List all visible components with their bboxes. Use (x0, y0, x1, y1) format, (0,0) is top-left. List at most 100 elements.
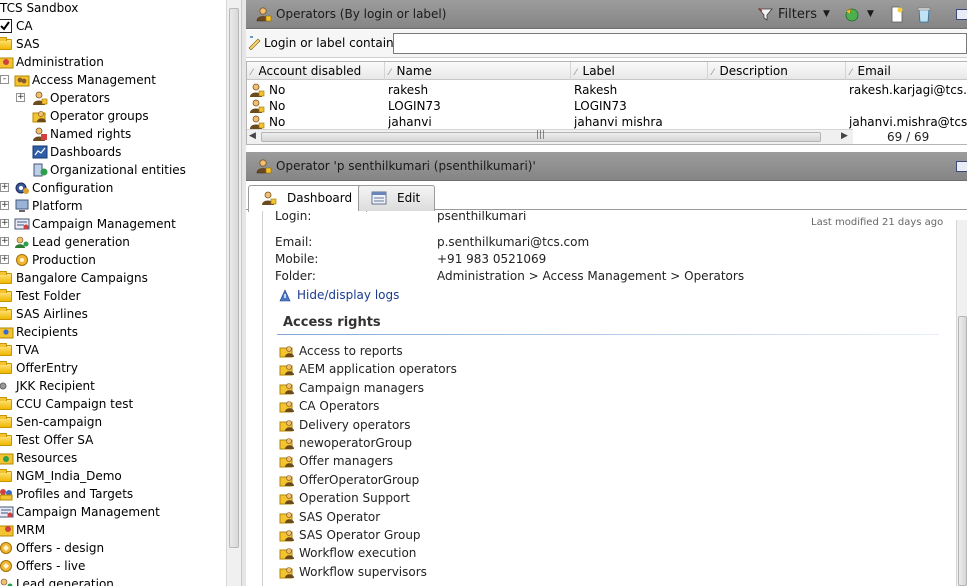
tree-item[interactable]: + Production (0, 251, 226, 269)
column-header-account-disabled[interactable]: ⁄ Account disabled (247, 62, 385, 80)
tab-edit[interactable]: Edit (358, 185, 436, 211)
tree-item-label: Profiles and Targets (16, 487, 134, 501)
tree-item[interactable]: TVA (0, 341, 226, 359)
tree-item[interactable]: JKK Recipient (0, 377, 226, 395)
tree-item[interactable]: Lead generation (0, 575, 226, 586)
tree-item-label: Operators (50, 91, 110, 105)
profiles-icon (0, 487, 14, 501)
campaign-icon (0, 505, 14, 519)
content-vertical-scrollbar[interactable] (956, 220, 967, 586)
expand-icon[interactable]: + (16, 93, 25, 102)
table-row[interactable]: No rakesh Rakesh rakesh.karjagi@tcs.co (247, 82, 967, 98)
tree-item-label: Lead generation (16, 577, 114, 586)
tree-item[interactable]: Campaign Management (0, 503, 226, 521)
action-refresh-icon[interactable] (843, 6, 861, 23)
recycle-bin-icon[interactable] (916, 6, 932, 23)
tree-item[interactable]: Profiles and Targets (0, 485, 226, 503)
table-row[interactable]: No jahanvi jahanvi mishra jahanvi.mishra@tc… (247, 114, 967, 130)
tree-item[interactable]: Bangalore Campaigns (0, 269, 226, 287)
tree-item-label: Named rights (50, 127, 132, 141)
operator-icon (249, 99, 265, 113)
tree-item-label: Campaign Management (16, 505, 160, 519)
grid-horizontal-scrollbar[interactable]: ◀ ||| ▶ (247, 129, 853, 144)
tree-item[interactable]: Offers - live (0, 557, 226, 575)
cell-disabled: No (269, 83, 286, 97)
cell-email: jahanvi.mishra@tcs.co (849, 115, 967, 129)
expand-icon[interactable]: + (0, 255, 9, 264)
tree-item[interactable]: + Lead generation (0, 233, 226, 251)
tree-item-label: Configuration (32, 181, 114, 195)
operator-group-icon (279, 492, 295, 505)
resources-icon (0, 451, 14, 465)
tree-item[interactable]: CA (0, 17, 226, 35)
expand-icon[interactable]: + (0, 183, 9, 192)
folder-icon (0, 361, 12, 374)
column-header-label[interactable]: ⁄ Label (571, 62, 708, 80)
action-dropdown-arrow-icon[interactable]: ▼ (867, 0, 874, 29)
scroll-right-arrow-icon[interactable]: ▶ (841, 130, 848, 143)
tree-item[interactable]: Operator groups (0, 107, 226, 125)
tree-item[interactable]: SAS (0, 35, 226, 53)
tree-scrollbar-thumb[interactable] (229, 8, 239, 548)
tree-item[interactable]: + Configuration (0, 179, 226, 197)
access-right-label: Campaign managers (299, 380, 424, 395)
column-header-email[interactable]: ⁄ Email (846, 62, 967, 80)
access-right-label: AEM application operators (299, 362, 457, 377)
offers-icon (0, 559, 14, 573)
tree-item[interactable]: OfferEntry (0, 359, 226, 377)
grid-scrollbar-thumb[interactable]: ||| (261, 130, 821, 142)
tree-item[interactable]: Dashboards (0, 143, 226, 161)
content-scrollbar-thumb[interactable] (958, 316, 967, 586)
operator-group-icon (279, 437, 295, 450)
tree-item-label: Campaign Management (32, 217, 176, 231)
tree-item[interactable]: Resources (0, 449, 226, 467)
login-label-filter-input[interactable] (393, 33, 967, 54)
tree-scrollbar[interactable] (226, 0, 241, 586)
hide-display-logs-link[interactable]: Hide/display logs (297, 288, 399, 302)
tree-item[interactable]: + Platform (0, 197, 226, 215)
sort-icon: ⁄ (389, 68, 391, 78)
tree-item[interactable]: - Access Management (0, 71, 226, 89)
tree-item[interactable]: Administration (0, 53, 226, 71)
tree-item-label: TCS Sandbox (0, 1, 79, 15)
expand-icon[interactable]: + (0, 201, 9, 210)
filters-button[interactable]: Filters (778, 0, 817, 29)
list-panel-title: Operators (By login or label) (276, 7, 447, 21)
column-header-description[interactable]: ⁄ Description (708, 62, 846, 80)
operator-group-icon (279, 455, 295, 468)
detail-header-bar: Operator 'p senthilkumari (psenthilkumar… (246, 152, 967, 181)
tree-item[interactable]: Sen-campaign (0, 413, 226, 431)
checkbox-icon (0, 19, 14, 33)
collapse-icon[interactable]: - (0, 75, 9, 84)
tree-item[interactable]: NGM_India_Demo (0, 467, 226, 485)
tree-item[interactable]: Recipients (0, 323, 226, 341)
tree-item-label: Test Folder (16, 289, 81, 303)
mrm-icon (0, 523, 14, 537)
operator-group-icon (279, 529, 295, 542)
column-header-name[interactable]: ⁄ Name (385, 62, 571, 80)
tree-item[interactable]: + Operators (0, 89, 226, 107)
table-row[interactable]: No LOGIN73 LOGIN73 (247, 98, 967, 114)
scroll-left-arrow-icon[interactable]: ◀ (249, 130, 256, 143)
folder-icon (0, 433, 12, 446)
filter-funnel-icon[interactable] (758, 7, 773, 22)
tree-item[interactable]: Test Folder (0, 287, 226, 305)
tree-item[interactable]: CCU Campaign test (0, 395, 226, 413)
tree-item[interactable]: SAS Airlines (0, 305, 226, 323)
tab-dashboard[interactable]: Dashboard (248, 185, 368, 212)
tree-item[interactable]: + Campaign Management (0, 215, 226, 233)
tree-item[interactable]: MRM (0, 521, 226, 539)
tree-item-label: SAS (16, 37, 40, 51)
maximize-icon[interactable] (956, 9, 967, 20)
maximize-icon[interactable] (956, 161, 967, 172)
dashboard-content: Login: psenthilkumari Last modified 21 d… (262, 211, 952, 586)
tree-item[interactable]: TCS Sandbox (0, 0, 226, 17)
expand-icon[interactable]: + (0, 237, 9, 246)
new-document-icon[interactable] (889, 6, 905, 23)
filters-dropdown-arrow-icon[interactable]: ▼ (823, 0, 830, 29)
tree-item[interactable]: Test Offer SA (0, 431, 226, 449)
tree-item[interactable]: Named rights (0, 125, 226, 143)
tree-item[interactable]: Organizational entities (0, 161, 226, 179)
expand-icon[interactable]: + (0, 219, 9, 228)
tree-item[interactable]: Offers - design (0, 539, 226, 557)
